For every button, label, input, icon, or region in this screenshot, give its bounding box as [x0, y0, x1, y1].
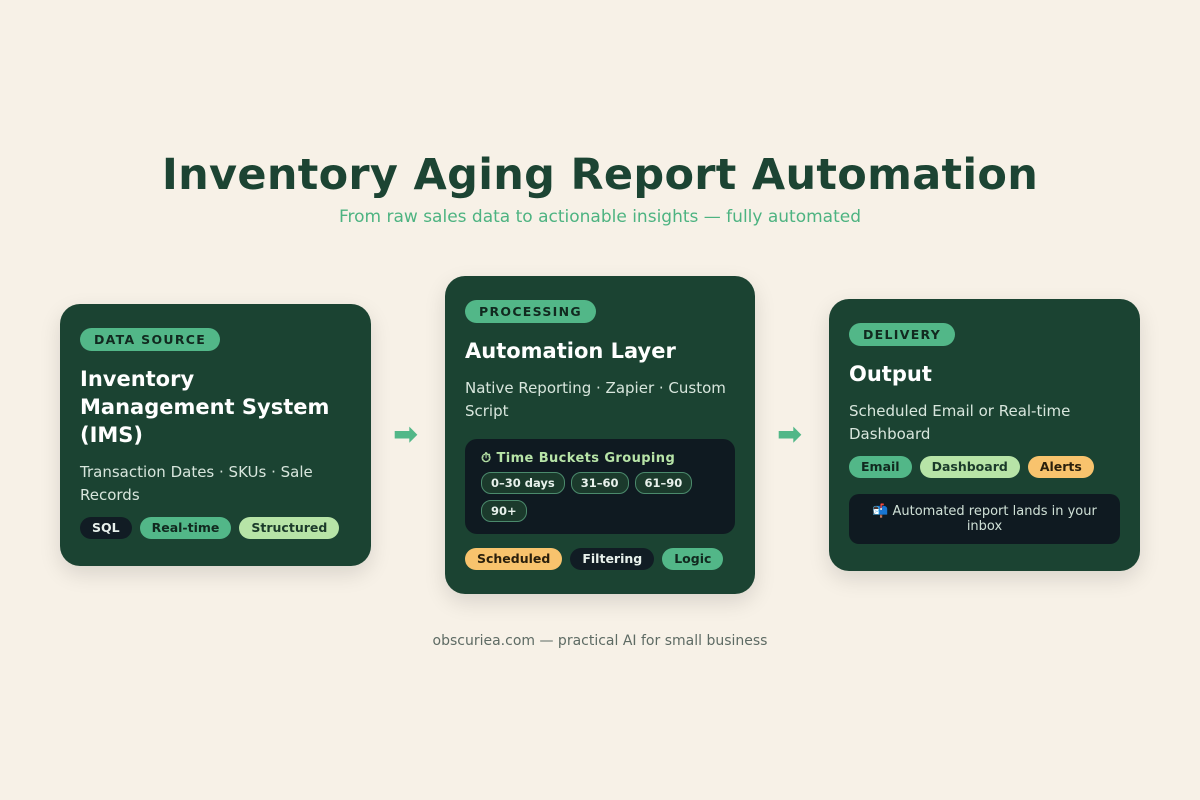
processing-card: PROCESSING Automation Layer Native Repor…	[445, 276, 755, 594]
tag-dashboard: Dashboard	[919, 456, 1020, 478]
tag-filtering: Filtering	[570, 548, 655, 570]
time-buckets-box: ⏱ Time Buckets Grouping 0–30 days 31–60 …	[465, 439, 735, 534]
data-source-tags: SQL Real-time Structured	[80, 517, 351, 539]
tag-logic: Logic	[662, 548, 724, 570]
time-buckets-title: Time Buckets Grouping	[496, 451, 676, 466]
delivery-title: Output	[849, 362, 932, 386]
bucket-0-30: 0–30 days	[481, 472, 565, 494]
time-buckets-list: 0–30 days 31–60 61–90 90+	[481, 472, 711, 522]
processing-badge: PROCESSING	[465, 300, 596, 323]
time-buckets-heading: ⏱ Time Buckets Grouping	[481, 451, 719, 466]
footer-credit: obscuriea.com — practical AI for small b…	[432, 633, 768, 649]
delivery-card: DELIVERY Output Scheduled Email or Real-…	[829, 299, 1140, 571]
processing-tags: Scheduled Filtering Logic	[465, 548, 735, 570]
processing-description: Native Reporting · Zapier · Custom Scrip…	[465, 379, 726, 420]
delivery-badge: DELIVERY	[849, 323, 956, 346]
data-source-description: Transaction Dates · SKUs · Sale Records	[80, 463, 313, 504]
delivery-description: Scheduled Email or Real-time Dashboard	[849, 402, 1071, 443]
tag-sql: SQL	[80, 517, 132, 539]
tag-real-time: Real-time	[139, 517, 232, 539]
page-subtitle: From raw sales data to actionable insigh…	[338, 207, 862, 227]
stopwatch-icon: ⏱	[481, 451, 492, 466]
bucket-31-60: 31–60	[570, 472, 629, 494]
data-source-title: Inventory Management System (IMS)	[80, 367, 330, 447]
inbox-note: 📬 Automated report lands in your inbox	[849, 494, 1120, 544]
bucket-90-plus: 90+	[481, 500, 527, 522]
inbox-note-text: Automated report lands in your inbox	[892, 504, 1097, 534]
data-source-badge: DATA SOURCE	[80, 328, 221, 351]
right-arrow-icon: ➡	[393, 417, 419, 452]
mailbox-icon: 📬	[872, 504, 889, 519]
processing-title: Automation Layer	[465, 339, 676, 363]
right-arrow-icon: ➡	[777, 417, 803, 452]
page-title: Inventory Aging Report Automation	[161, 150, 1039, 200]
delivery-tags: Email Dashboard Alerts	[849, 456, 1120, 478]
tag-structured: Structured	[239, 517, 340, 539]
tag-scheduled: Scheduled	[465, 548, 563, 570]
tag-email: Email	[849, 456, 912, 478]
data-source-card: DATA SOURCE Inventory Management System …	[60, 304, 371, 566]
tag-alerts: Alerts	[1027, 456, 1094, 478]
bucket-61-90: 61–90	[634, 472, 693, 494]
